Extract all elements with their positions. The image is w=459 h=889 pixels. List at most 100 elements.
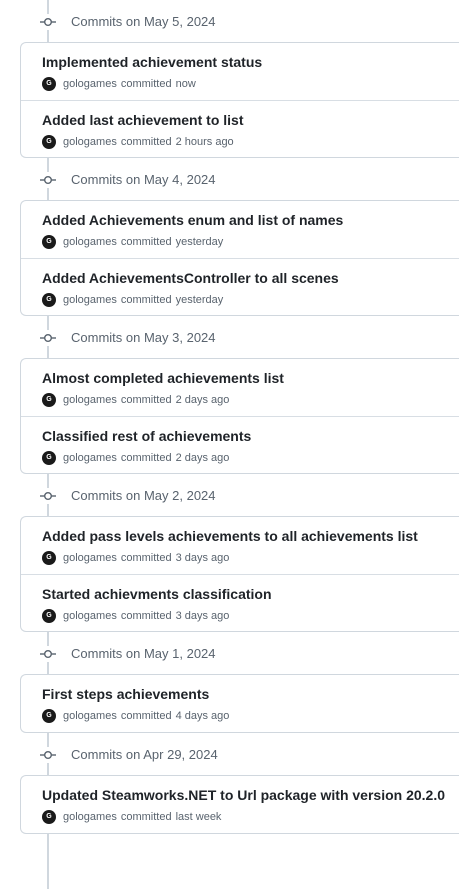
commit-group: Commits on May 4, 2024 Added Achievements… [0, 158, 459, 316]
git-commit-icon [40, 747, 56, 763]
commit-group: Commits on Apr 29, 2024 Updated Steamwork… [0, 733, 459, 834]
commit-group: Commits on May 5, 2024 Implemented achiev… [0, 0, 459, 158]
commit-action: committed [120, 78, 172, 90]
commit-timestamp[interactable]: yesterday [176, 293, 224, 307]
user-avatar[interactable]: G [42, 451, 56, 465]
commit-action: committed [120, 610, 172, 622]
commit-title-link[interactable]: Added pass levels achievements to all ac… [42, 528, 459, 545]
commit-timestamp[interactable]: 4 days ago [176, 709, 230, 723]
commit-action: committed [120, 552, 172, 564]
commit-meta: Ggologames committed 3 days ago [42, 609, 459, 623]
commit-row: Updated Steamworks.NET to Url package wi… [21, 776, 459, 833]
commit-author-link[interactable]: gologames [63, 709, 117, 723]
commit-row: Added last achievement to list Ggologames… [21, 100, 459, 157]
user-avatar[interactable]: G [42, 551, 56, 565]
commit-author-link[interactable]: gologames [63, 551, 117, 565]
commit-title-link[interactable]: Classified rest of achievements [42, 428, 459, 445]
commit-groups: Commits on May 5, 2024 Implemented achiev… [0, 0, 459, 834]
commit-timestamp[interactable]: 3 days ago [176, 551, 230, 565]
commit-group-header: Commits on Apr 29, 2024 [0, 733, 459, 775]
commit-timestamp[interactable]: 3 days ago [176, 609, 230, 623]
user-avatar[interactable]: G [42, 393, 56, 407]
commit-action: committed [120, 710, 172, 722]
commit-group-header: Commits on May 2, 2024 [0, 474, 459, 516]
commit-group-date: Commits on May 3, 2024 [71, 330, 216, 345]
commit-author-link[interactable]: gologames [63, 293, 117, 307]
user-avatar[interactable]: G [42, 293, 56, 307]
commit-author-link[interactable]: gologames [63, 810, 117, 824]
commit-list: Added Achievements enum and list of name… [20, 200, 459, 316]
commit-meta: Ggologames committed last week [42, 810, 459, 824]
git-commit-icon [40, 488, 56, 504]
commit-group: Commits on May 1, 2024 First steps achiev… [0, 632, 459, 733]
commit-timestamp[interactable]: last week [176, 810, 222, 824]
commit-list: First steps achievements Ggologames commit… [20, 674, 459, 733]
commit-row: First steps achievements Ggologames commit… [21, 675, 459, 732]
commit-title-link[interactable]: Implemented achievement status [42, 54, 459, 71]
git-commit-icon [40, 646, 56, 662]
commit-meta: Ggologames committed 3 days ago [42, 551, 459, 565]
commit-group-date: Commits on May 2, 2024 [71, 488, 216, 503]
commit-row: Started achievments classification Ggolog… [21, 574, 459, 631]
commit-title-link[interactable]: Started achievments classification [42, 586, 459, 603]
commit-group-header: Commits on May 5, 2024 [0, 0, 459, 42]
commit-author-link[interactable]: gologames [63, 135, 117, 149]
commit-timestamp[interactable]: now [176, 77, 196, 91]
commit-list: Almost completed achievements list Ggolog… [20, 358, 459, 474]
commit-timestamp[interactable]: 2 days ago [176, 451, 230, 465]
commit-timestamp[interactable]: 2 hours ago [176, 135, 234, 149]
commit-row: Implemented achievement status Ggologames… [21, 43, 459, 100]
commit-action: committed [120, 136, 172, 148]
user-avatar[interactable]: G [42, 810, 56, 824]
commit-meta: Ggologames committed yesterday [42, 235, 459, 249]
commit-row: Added pass levels achievements to all ac… [21, 517, 459, 574]
commit-group-header: Commits on May 1, 2024 [0, 632, 459, 674]
commit-row: Almost completed achievements list Ggolog… [21, 359, 459, 416]
commit-meta: Ggologames committed 2 days ago [42, 393, 459, 407]
commit-author-link[interactable]: gologames [63, 451, 117, 465]
commit-group: Commits on May 3, 2024 Almost completed a… [0, 316, 459, 474]
commit-author-link[interactable]: gologames [63, 235, 117, 249]
commit-group-header: Commits on May 4, 2024 [0, 158, 459, 200]
commit-history: Commits on May 5, 2024 Implemented achiev… [0, 0, 459, 889]
commit-author-link[interactable]: gologames [63, 609, 117, 623]
git-commit-icon [40, 172, 56, 188]
commit-title-link[interactable]: Added last achievement to list [42, 112, 459, 129]
commit-row: Classified rest of achievements Ggologame… [21, 416, 459, 473]
commit-group-date: Commits on Apr 29, 2024 [71, 747, 218, 762]
commit-row: Added Achievements enum and list of name… [21, 201, 459, 258]
commit-title-link[interactable]: Added AchievementsController to all scen… [42, 270, 459, 287]
commit-group-date: Commits on May 5, 2024 [71, 14, 216, 29]
commit-action: committed [120, 394, 172, 406]
commit-timestamp[interactable]: 2 days ago [176, 393, 230, 407]
commit-meta: Ggologames committed 2 days ago [42, 451, 459, 465]
commit-group-header: Commits on May 3, 2024 [0, 316, 459, 358]
commit-group-date: Commits on May 1, 2024 [71, 646, 216, 661]
user-avatar[interactable]: G [42, 77, 56, 91]
git-commit-icon [40, 14, 56, 30]
commit-author-link[interactable]: gologames [63, 393, 117, 407]
commit-group-date: Commits on May 4, 2024 [71, 172, 216, 187]
commit-meta: Ggologames committed now [42, 77, 459, 91]
user-avatar[interactable]: G [42, 135, 56, 149]
commit-action: committed [120, 452, 172, 464]
user-avatar[interactable]: G [42, 235, 56, 249]
commit-author-link[interactable]: gologames [63, 77, 117, 91]
commit-meta: Ggologames committed yesterday [42, 293, 459, 307]
commit-meta: Ggologames committed 4 days ago [42, 709, 459, 723]
commit-action: committed [120, 294, 172, 306]
commit-title-link[interactable]: First steps achievements [42, 686, 459, 703]
commit-action: committed [120, 811, 172, 823]
commit-action: committed [120, 236, 172, 248]
commit-group: Commits on May 2, 2024 Added pass levels … [0, 474, 459, 632]
commit-list: Implemented achievement status Ggologames… [20, 42, 459, 158]
user-avatar[interactable]: G [42, 709, 56, 723]
git-commit-icon [40, 330, 56, 346]
commit-list: Added pass levels achievements to all ac… [20, 516, 459, 632]
commit-timestamp[interactable]: yesterday [176, 235, 224, 249]
commit-row: Added AchievementsController to all scen… [21, 258, 459, 315]
commit-title-link[interactable]: Almost completed achievements list [42, 370, 459, 387]
user-avatar[interactable]: G [42, 609, 56, 623]
commit-title-link[interactable]: Added Achievements enum and list of name… [42, 212, 459, 229]
commit-title-link[interactable]: Updated Steamworks.NET to Url package wi… [42, 787, 459, 804]
